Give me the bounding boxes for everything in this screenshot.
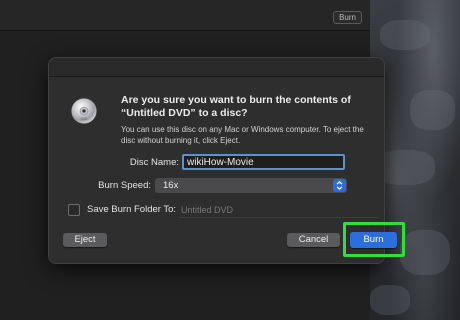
- dialog-description: You can use this disc on any Mac or Wind…: [121, 125, 364, 145]
- burn-speed-label: Burn Speed:: [98, 180, 151, 191]
- dialog-title: Are you sure you want to burn the conten…: [121, 94, 351, 119]
- cancel-button[interactable]: Cancel: [287, 233, 340, 247]
- toolbar-burn-button[interactable]: Burn: [333, 11, 362, 24]
- disc-name-label: Disc Name:: [129, 157, 179, 168]
- save-burn-folder-label: Save Burn Folder To:: [87, 204, 177, 215]
- eject-button[interactable]: Eject: [63, 233, 107, 247]
- burn-speed-value: 16x: [163, 180, 179, 191]
- save-folder-name-field: Untitled DVD: [179, 203, 379, 218]
- dialog-top-bar: [49, 58, 384, 77]
- burn-dialog: DVD Are you sure you want to burn the co…: [48, 57, 405, 264]
- window-toolbar: Burn: [0, 0, 370, 31]
- save-burn-folder-checkbox[interactable]: [68, 204, 80, 216]
- burn-button[interactable]: Burn: [350, 232, 397, 248]
- dvd-disc-icon: DVD: [71, 98, 97, 124]
- up-down-chevron-icon: [333, 179, 346, 192]
- burn-speed-select[interactable]: 16x: [155, 178, 347, 193]
- svg-text:DVD: DVD: [81, 117, 88, 121]
- disc-name-input[interactable]: [182, 154, 345, 170]
